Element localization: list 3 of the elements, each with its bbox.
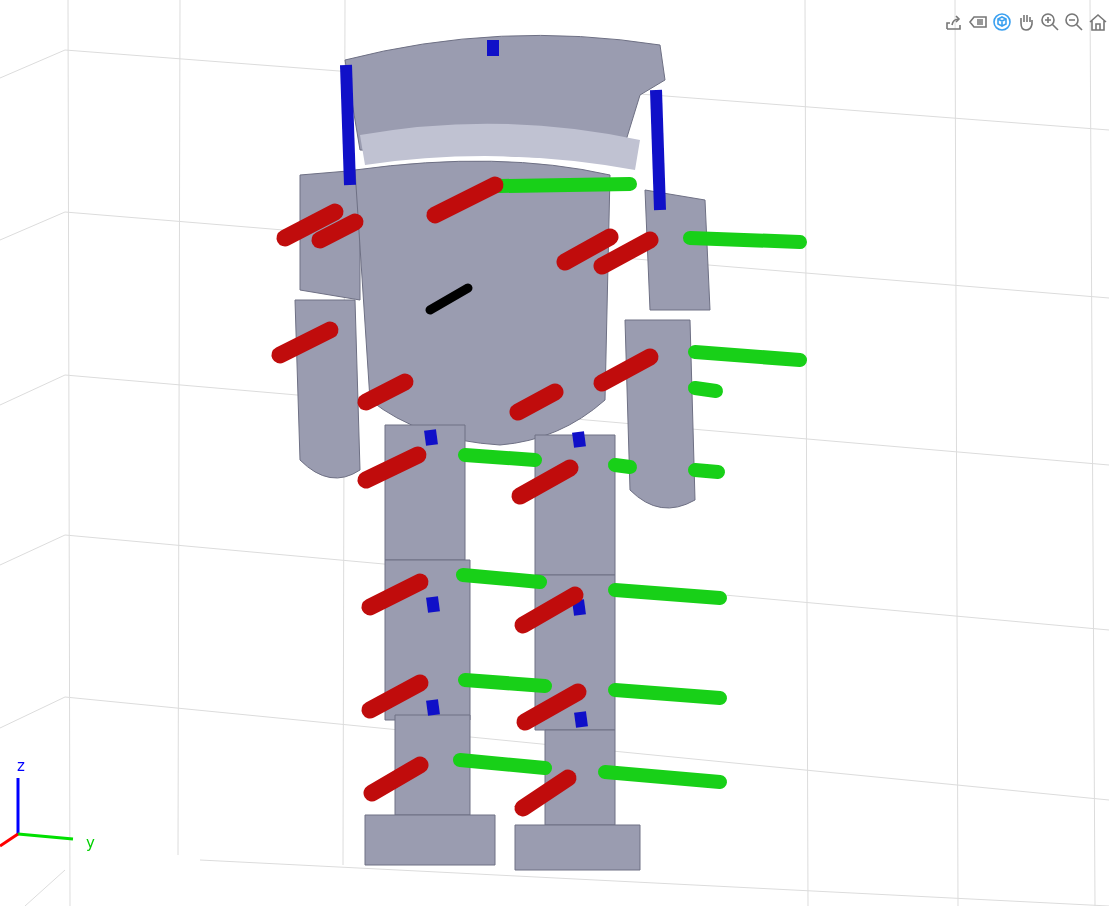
rotate-3d-icon[interactable] — [990, 10, 1013, 34]
z-axis-label: z — [17, 757, 25, 775]
y-axis-label: y — [86, 834, 95, 852]
